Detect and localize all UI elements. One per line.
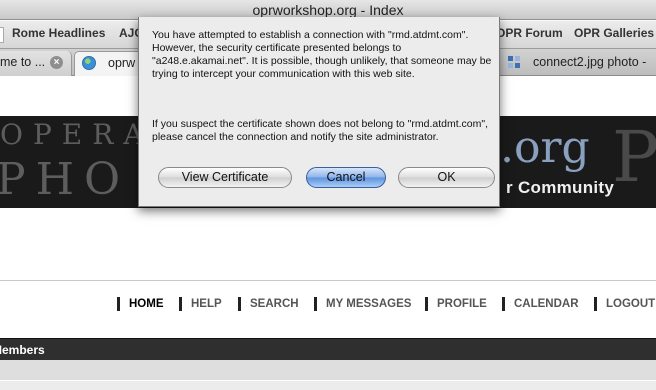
dialog-message: You have attempted to establish a connec… (152, 29, 492, 80)
content-row (0, 360, 656, 380)
document-icon (508, 56, 521, 69)
logo-letters-top: OPERA (0, 118, 154, 151)
logo-letters-bottom: PHO (0, 154, 131, 205)
logo-letters-right: PH (612, 116, 656, 198)
cancel-button[interactable]: Cancel (306, 167, 386, 188)
tab-label: oprw (108, 56, 136, 70)
dialog-advice: If you suspect the certificate shown doe… (152, 118, 489, 143)
nav-search[interactable]: SEARCH (238, 297, 299, 311)
globe-icon (82, 56, 96, 70)
tab-label: me to ... (0, 55, 46, 69)
bookmark-rome-headlines[interactable]: Rome Headlines (12, 26, 105, 40)
nav-profile[interactable]: PROFILE (425, 297, 487, 311)
nav-calendar[interactable]: CALENDAR (502, 297, 579, 311)
tab-oprworkshop[interactable]: oprw (74, 51, 144, 76)
close-icon[interactable]: × (50, 56, 63, 69)
security-certificate-dialog: You have attempted to establish a connec… (138, 17, 500, 207)
site-logo[interactable]: .org (500, 122, 590, 173)
bookmark-opr-forum[interactable]: OPR Forum (496, 26, 563, 40)
nav-logout[interactable]: LOGOUT (594, 297, 655, 311)
main-nav: HOME HELP SEARCH MY MESSAGES PROFILE CAL… (0, 280, 656, 311)
nav-home[interactable]: HOME (117, 297, 164, 311)
nav-help[interactable]: HELP (179, 297, 222, 311)
members-header: Members (0, 338, 656, 360)
members-label: Members (0, 343, 45, 357)
nav-my-messages[interactable]: MY MESSAGES (314, 297, 411, 311)
ok-button[interactable]: OK (398, 167, 495, 188)
tab-previous[interactable]: me to ... × (0, 51, 72, 76)
tab-connect2[interactable]: connect2.jpg photo - (500, 51, 656, 76)
view-certificate-button[interactable]: View Certificate (158, 167, 292, 188)
content-row (0, 380, 656, 390)
bookmarks-left-edge (0, 27, 4, 43)
bookmark-opr-galleries[interactable]: OPR Galleries (574, 26, 654, 40)
tab-label: connect2.jpg photo - (533, 55, 647, 69)
site-tagline: r Community (506, 178, 615, 197)
